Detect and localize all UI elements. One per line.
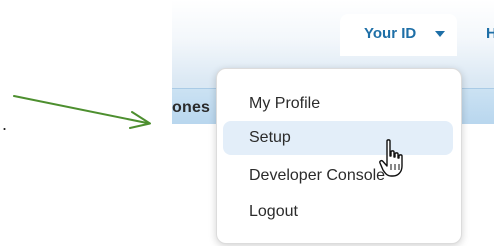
menu-item-logout[interactable]: Logout — [223, 195, 453, 229]
user-dropdown-menu: My Profile Setup Developer Console Logou… — [216, 68, 462, 244]
next-tab-label[interactable]: H — [486, 25, 494, 42]
tab-partial-label[interactable]: ones — [172, 99, 210, 117]
screenshot-stage: . ones Your ID H My Profile Setup Develo… — [0, 0, 494, 246]
user-menu-label[interactable]: Your ID — [364, 25, 416, 42]
hand-pointer-icon — [379, 139, 403, 177]
menu-item-setup[interactable]: Setup — [223, 121, 453, 155]
menu-item-developer-console[interactable]: Developer Console — [223, 159, 453, 193]
menu-item-my-profile[interactable]: My Profile — [223, 87, 453, 121]
annotation-dot: . — [2, 114, 8, 134]
caret-down-icon[interactable] — [435, 31, 445, 37]
